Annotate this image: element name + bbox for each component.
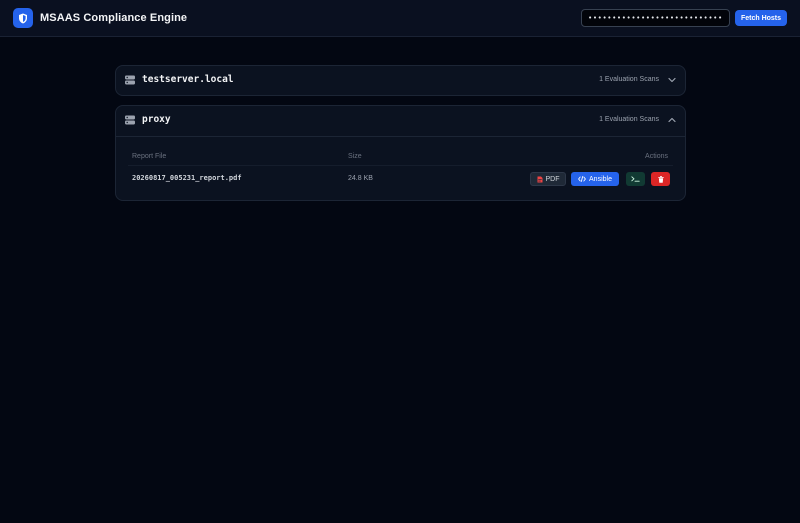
pdf-icon [537,176,542,182]
column-header-size: Size [348,153,362,160]
code-icon [578,176,586,182]
shield-icon [13,8,33,28]
column-header-actions: Actions [645,153,668,160]
column-header-report-file: Report File [132,153,167,160]
host-name: testserver.local [142,74,234,85]
server-icon [125,115,135,125]
host-header-proxy[interactable]: proxy 1 Evaluation Scans [116,106,685,136]
host-header-testserver[interactable]: testserver.local 1 Evaluation Scans [116,66,685,96]
pdf-button[interactable]: PDF [530,172,566,186]
chevron-down-icon[interactable] [668,77,676,83]
host-card: testserver.local 1 Evaluation Scans [115,65,686,96]
ansible-button-label: Ansible [589,175,612,183]
chevron-up-icon[interactable] [668,117,676,123]
app-title: MSAAS Compliance Engine [40,12,188,24]
api-token-input[interactable] [581,9,730,27]
ansible-button[interactable]: Ansible [571,172,619,186]
trash-icon [657,175,664,183]
report-file-size: 24.8 KB [348,175,373,182]
server-icon [125,75,135,85]
terminal-icon [631,176,640,182]
scan-count: 1 Evaluation Scans [599,76,659,83]
scan-count: 1 Evaluation Scans [599,116,659,123]
fetch-hosts-button[interactable]: Fetch Hosts [735,10,787,26]
host-name: proxy [142,114,171,125]
top-bar: MSAAS Compliance Engine Fetch Hosts [0,0,800,37]
host-card: proxy 1 Evaluation Scans Report File Siz… [115,105,686,201]
terminal-button[interactable] [626,172,645,186]
delete-button[interactable] [651,172,670,186]
divider [116,136,685,137]
table-divider [128,165,673,166]
pdf-button-label: PDF [545,175,560,183]
report-file-name: 20260817_005231_report.pdf [132,174,242,182]
